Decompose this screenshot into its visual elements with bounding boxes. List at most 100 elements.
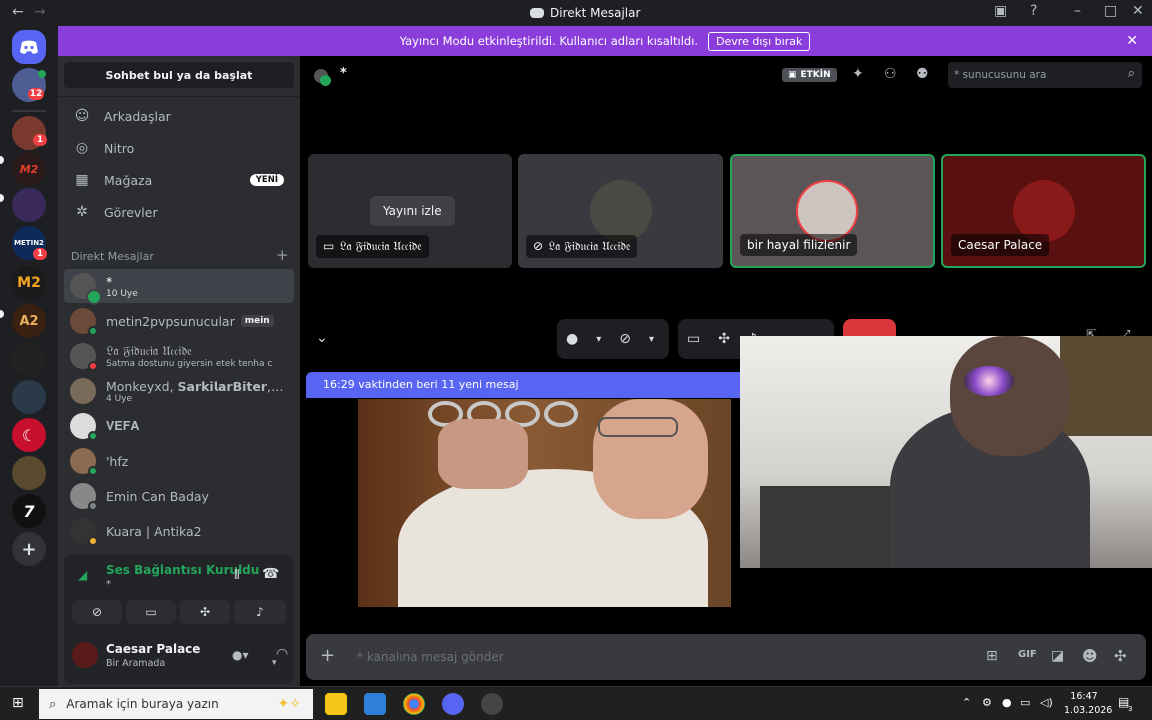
search-input[interactable]: * sunucusunu ara ⌕: [948, 62, 1142, 88]
server-icon[interactable]: ☾: [12, 418, 46, 452]
direct-messages-home-button[interactable]: [12, 30, 46, 64]
create-dm-icon[interactable]: +: [276, 246, 289, 264]
dm-item[interactable]: 𝔏𝔞 𝔉𝔦𝔡𝔲𝔠𝔦𝔞 𝔘𝔠𝔠𝔦𝔡𝔢 Satma dostunu giyersin …: [64, 339, 294, 373]
server-icon[interactable]: [12, 456, 46, 490]
voice-channel[interactable]: *: [106, 579, 111, 590]
nav-nitro[interactable]: ◎ Nitro: [66, 133, 294, 163]
chrome-icon[interactable]: [403, 693, 425, 715]
mic-icon[interactable]: ●▾: [232, 648, 249, 662]
volume-icon[interactable]: ◁): [1040, 696, 1053, 709]
server-icon[interactable]: 7: [12, 494, 46, 528]
avatar: [70, 343, 98, 371]
windows-start-icon[interactable]: ⊞: [12, 695, 24, 711]
network-icon[interactable]: ▭: [1020, 696, 1030, 709]
discord-taskbar-icon[interactable]: [442, 693, 464, 715]
dm-item[interactable]: Emin Can Baday: [64, 479, 294, 513]
webcam-overlay[interactable]: [740, 336, 1152, 568]
separator: [12, 110, 46, 112]
apps-icon[interactable]: ✣: [1114, 647, 1127, 665]
disable-streamer-mode-button[interactable]: Devre dışı bırak: [708, 31, 811, 51]
dm-item[interactable]: 𝐕𝐄𝐅𝐀: [64, 409, 294, 443]
noise-suppression-icon[interactable]: ⦀: [234, 568, 240, 583]
participant-tile[interactable]: ⊘ 𝔏𝔞 𝔉𝔦𝔡𝔲𝔠𝔦𝔞 𝔘𝔠𝔠𝔦𝔡𝔢: [518, 154, 723, 268]
obs-icon[interactable]: [481, 693, 503, 715]
watch-stream-button[interactable]: Yayını izle: [370, 196, 455, 226]
message-input[interactable]: + * kanalına mesaj gönder ⊞ GIF ◪ ☻ ✣: [306, 634, 1146, 680]
tray-icon[interactable]: ⚙: [982, 696, 992, 709]
microphone-tray-icon[interactable]: ●: [1002, 696, 1012, 709]
attach-plus-icon[interactable]: +: [320, 645, 335, 666]
user-avatar[interactable]: [72, 642, 98, 668]
dm-name: *: [106, 273, 113, 289]
camera-toggle-button[interactable]: ⊘: [72, 600, 122, 624]
forward-arrow-icon[interactable]: →: [34, 4, 46, 20]
mic-icon[interactable]: ●: [566, 331, 578, 347]
add-friend-icon[interactable]: ⚇: [884, 66, 897, 82]
search-highlight-icon: ✦✧: [277, 696, 301, 712]
server-icon[interactable]: [12, 380, 46, 414]
idle-status-icon: [88, 536, 98, 546]
file-explorer-icon[interactable]: [325, 693, 347, 715]
stream-tile[interactable]: Yayını izle ▭ 𝔏𝔞 𝔉𝔦𝔡𝔲𝔠𝔦𝔞 𝔘𝔠𝔠𝔦𝔡𝔢: [308, 154, 512, 268]
taskbar-search-input[interactable]: ⌕ Aramak için buraya yazın ✦✧: [39, 689, 313, 719]
server-icon[interactable]: M2: [12, 266, 46, 300]
participant-tile[interactable]: bir hayal filizlenir: [730, 154, 935, 268]
avatar: [70, 308, 98, 336]
maximize-icon[interactable]: □: [1104, 3, 1117, 19]
help-icon[interactable]: ?: [1030, 3, 1037, 19]
dm-item[interactable]: Monkeyxd, 𝗦𝗮𝗿𝗸𝗶𝗹𝗮𝗿𝗕𝗶𝘁𝗲𝗿, La ... 4 Üye: [64, 374, 294, 408]
back-arrow-icon[interactable]: ←: [12, 4, 24, 20]
inbox-icon[interactable]: ▣: [994, 3, 1007, 19]
mic-dropdown-icon[interactable]: ▾: [596, 334, 601, 345]
sticker-icon[interactable]: ◪: [1051, 648, 1064, 664]
gift-icon[interactable]: ⊞: [986, 648, 998, 664]
close-banner-icon[interactable]: ✕: [1126, 33, 1138, 49]
screen-share-icon[interactable]: ▭: [687, 331, 700, 347]
server-icon[interactable]: A2: [12, 304, 46, 338]
app-icon[interactable]: [364, 693, 386, 715]
nav-friends[interactable]: ☺ Arkadaşlar: [66, 101, 294, 131]
headphones-dropdown-icon[interactable]: ▾: [272, 658, 277, 668]
user-name[interactable]: Caesar Palace: [106, 642, 200, 656]
pin-icon[interactable]: ✦: [852, 66, 864, 82]
search-icon: ⌕: [1127, 66, 1135, 81]
screen-share-button[interactable]: ▭: [126, 600, 176, 624]
new-messages-bar[interactable]: 16:29 vaktinden beri 11 yeni mesaj: [306, 372, 746, 398]
dm-subtext: Satma dostunu giyersin etek tenha c: [106, 359, 273, 369]
minimize-icon[interactable]: –: [1074, 3, 1081, 19]
add-server-button[interactable]: +: [12, 532, 46, 566]
server-icon[interactable]: M2: [12, 152, 46, 186]
clock[interactable]: 16:47 1.03.2026: [1064, 690, 1112, 718]
close-icon[interactable]: ✕: [1132, 3, 1144, 19]
gif-icon[interactable]: GIF: [1018, 649, 1037, 660]
soundboard-button[interactable]: ♪: [234, 600, 286, 624]
divider: [58, 96, 300, 97]
disconnect-icon[interactable]: ☎: [262, 566, 279, 582]
members-icon[interactable]: ⚉: [916, 66, 929, 82]
participant-tile[interactable]: Caesar Palace: [941, 154, 1146, 268]
camera-off-icon[interactable]: ⊘: [619, 331, 631, 347]
server-icon[interactable]: [12, 188, 46, 222]
taskbar-search-placeholder: Aramak için buraya yazın: [66, 697, 219, 711]
server-icon[interactable]: [12, 342, 46, 376]
dm-item[interactable]: * 10 Üye: [64, 269, 294, 305]
emoji-icon[interactable]: ☻: [1082, 647, 1098, 665]
dm-name: Emin Can Baday: [106, 488, 209, 504]
avatar: [70, 378, 96, 404]
tray-overflow-icon[interactable]: ⌃: [962, 696, 971, 709]
unread-pill: [0, 310, 4, 318]
dm-item[interactable]: 'hfz: [64, 444, 294, 478]
headphones-icon[interactable]: ◠: [276, 646, 288, 662]
screen-share-icon: ▭: [145, 605, 157, 619]
activities-icon[interactable]: ✣: [718, 331, 730, 347]
nav-shop[interactable]: ▦ Mağaza YENİ: [66, 165, 294, 195]
nav-quests[interactable]: ✲ Görevler: [66, 197, 294, 227]
dm-item[interactable]: Kuara | Antika2: [64, 514, 294, 548]
dm-name: 'hfz: [106, 453, 129, 469]
dm-item[interactable]: metin2pvpsunucular mein: [64, 304, 294, 338]
message-image[interactable]: [358, 399, 731, 607]
camera-dropdown-icon[interactable]: ▾: [649, 334, 654, 345]
activities-button[interactable]: ✣: [180, 600, 230, 624]
find-conversation-button[interactable]: Sohbet bul ya da başlat: [64, 62, 294, 88]
collapse-chevron-icon[interactable]: ⌄: [316, 330, 328, 346]
